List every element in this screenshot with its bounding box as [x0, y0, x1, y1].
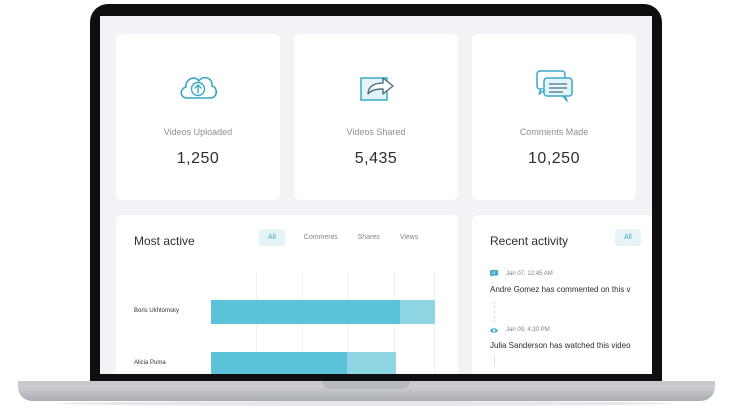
recent-activity-title: Recent activity	[490, 234, 569, 248]
cloud-upload-icon	[180, 76, 218, 99]
activity-date: Jan 09, 4:30 PM	[506, 327, 550, 333]
share-arrow-icon	[360, 77, 394, 101]
laptop-shadow	[60, 401, 673, 406]
tab-all[interactable]: All	[259, 229, 285, 246]
stat-value: 10,250	[528, 150, 580, 167]
user-name: Boris Ukhtomsky	[134, 308, 180, 314]
eye-icon	[490, 328, 498, 333]
most-active-filter-tabs: All Comments Shares Views	[259, 229, 427, 246]
activity-bar	[211, 300, 435, 324]
activity-bar-secondary	[347, 352, 396, 374]
recent-activity-panel: Recent activity All Jan 07, 12:45 AM And…	[472, 215, 652, 374]
activity-bar	[211, 352, 396, 374]
stat-label: Videos Shared	[346, 127, 406, 137]
laptop-notch	[322, 381, 410, 389]
user-name: Alicia Puma	[134, 360, 166, 366]
dashboard-screen: Videos Uploaded 1,250 Videos Shared 5,43…	[100, 16, 652, 374]
stat-label: Comments Made	[519, 127, 589, 137]
tab-comments[interactable]: Comments	[295, 229, 347, 246]
filter-all-button[interactable]: All	[615, 229, 641, 246]
stat-card-videos-shared: Videos Shared 5,435	[294, 34, 458, 200]
activity-date: Jan 07, 12:45 AM	[506, 271, 553, 277]
most-active-title: Most active	[134, 234, 195, 248]
stat-value: 1,250	[176, 150, 220, 167]
comment-icon	[490, 270, 498, 277]
most-active-panel: Most active All Comments Shares Views Bo…	[116, 215, 458, 374]
stat-card-videos-uploaded: Videos Uploaded 1,250	[116, 34, 280, 200]
activity-text: Andre Gomez has commented on this v	[490, 285, 631, 294]
stat-label: Videos Uploaded	[163, 127, 233, 137]
chat-bubbles-icon	[536, 70, 573, 102]
activity-bar-primary	[211, 300, 400, 324]
tab-views[interactable]: Views	[391, 229, 428, 246]
timeline-connector	[494, 356, 495, 366]
tab-shares[interactable]: Shares	[349, 229, 389, 246]
stat-card-comments-made: Comments Made 10,250	[472, 34, 636, 200]
activity-bar-primary	[211, 352, 347, 374]
activity-bar-secondary	[400, 300, 435, 324]
stat-value: 5,435	[354, 150, 398, 167]
recent-activity-filter: All	[615, 229, 641, 246]
activity-text: Julia Sanderson has watched this video	[490, 341, 631, 350]
timeline-connector	[494, 301, 495, 323]
